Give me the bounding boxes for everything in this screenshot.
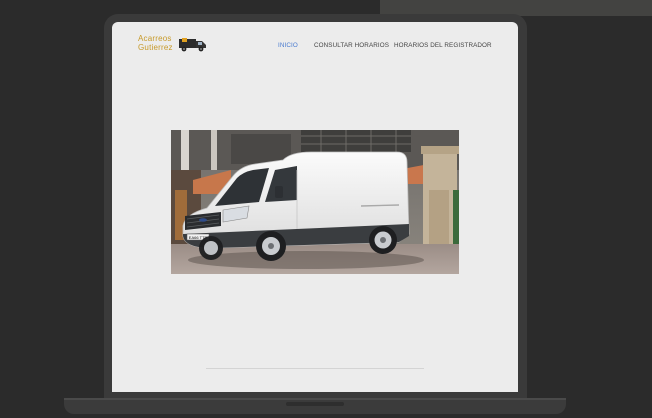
logo-line-1: Acarreos <box>138 34 172 43</box>
nav-link-inicio[interactable]: INICIO <box>278 42 298 49</box>
nav-link-consultar-horarios[interactable]: CONSULTAR HORARIOS <box>314 42 389 49</box>
logo-line-2: Gutierrez <box>138 43 173 52</box>
site-navbar: Acarreos Gutierrez INICIO CONSULTAR HORA… <box>112 22 518 66</box>
website-screen: Acarreos Gutierrez INICIO CONSULTAR HORA… <box>112 22 518 392</box>
van-photo: EA66 TTE <box>171 130 459 274</box>
hero-image: EA66 TTE <box>171 130 459 274</box>
nav-link-horarios-registrador[interactable]: HORARIOS DEL REGISTRADOR <box>394 42 492 49</box>
logo-text: Acarreos Gutierrez <box>138 34 173 52</box>
site-logo[interactable]: Acarreos Gutierrez <box>138 34 208 56</box>
laptop-notch <box>286 402 344 406</box>
truck-icon <box>179 38 206 52</box>
footer-divider <box>206 368 424 369</box>
